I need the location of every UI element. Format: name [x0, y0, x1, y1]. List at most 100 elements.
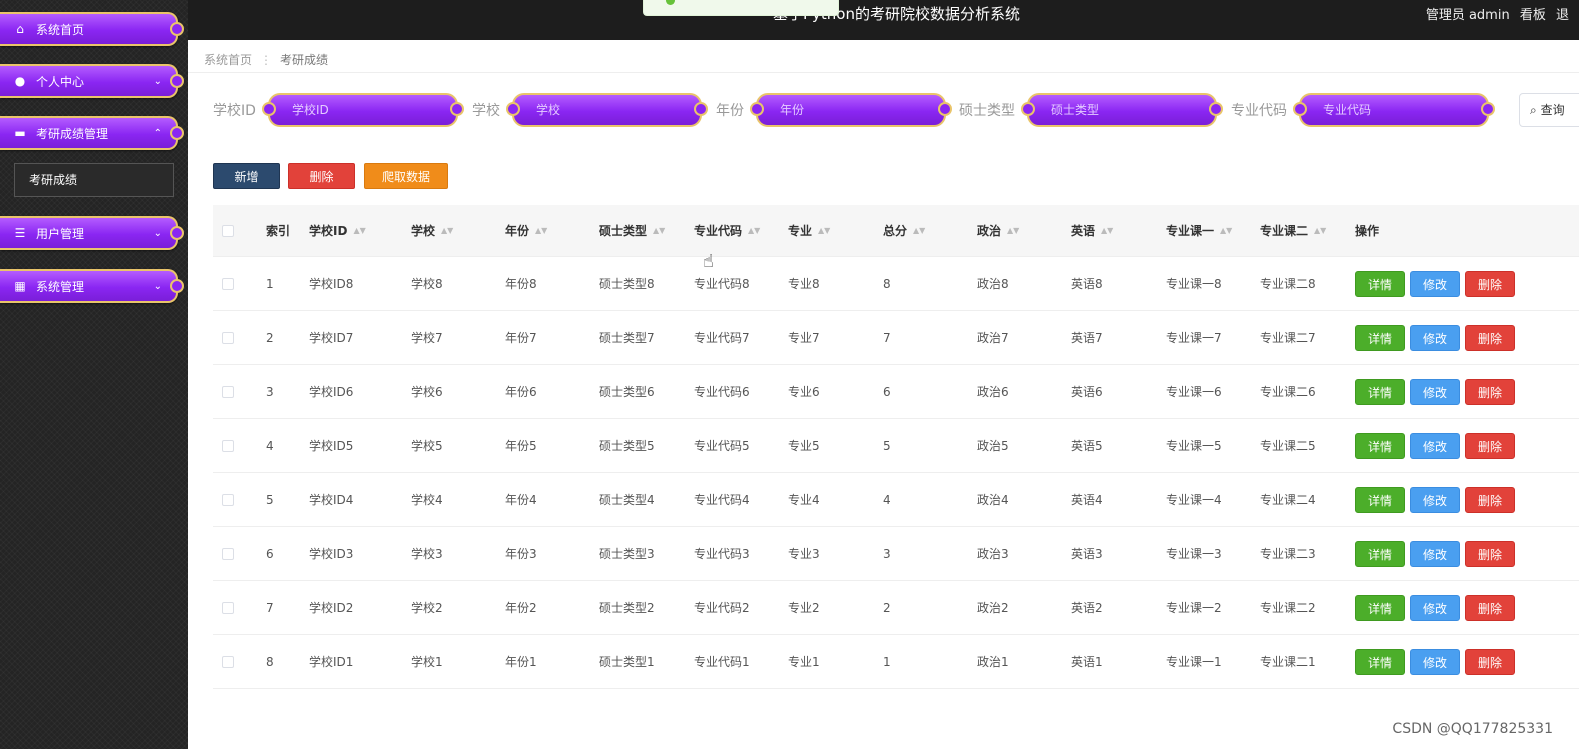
- sidebar-item-label: 系统首页: [36, 22, 85, 37]
- detail-button[interactable]: 详情: [1355, 378, 1405, 405]
- sidebar-item-home[interactable]: ⌂ 系统首页: [0, 12, 184, 46]
- cell-school: 学校1: [411, 655, 443, 669]
- header-label: 学校ID: [309, 224, 348, 238]
- row-checkbox[interactable]: [222, 257, 234, 310]
- cell-school-id: 学校ID6: [309, 385, 354, 399]
- cell-school: 学校3: [411, 547, 443, 561]
- row-checkbox[interactable]: [222, 311, 234, 364]
- table-row: 3 学校ID6 学校6 年份6 硕士类型6 专业代码6 专业6 6 政治6 英语6 专业课一6 专业课…: [213, 365, 1579, 419]
- header-year[interactable]: 年份 ▲▼: [505, 205, 547, 256]
- edit-button[interactable]: 修改: [1410, 648, 1460, 675]
- menu-knob-decoration: [170, 74, 184, 88]
- row-delete-button[interactable]: 删除: [1465, 270, 1515, 297]
- row-delete-button[interactable]: 删除: [1465, 486, 1515, 513]
- row-checkbox[interactable]: [222, 635, 234, 688]
- detail-button[interactable]: 详情: [1355, 594, 1405, 621]
- cell-course-1: 专业课一3: [1166, 547, 1222, 561]
- cell-course-1: 专业课一8: [1166, 277, 1222, 291]
- row-delete-button[interactable]: 删除: [1465, 648, 1515, 675]
- cell-total: 8: [883, 276, 891, 291]
- year-input[interactable]: 年份: [750, 93, 952, 127]
- header-total[interactable]: 总分 ▲▼: [883, 205, 925, 256]
- header-degree-type[interactable]: 硕士类型 ▲▼: [599, 205, 665, 256]
- logout-link[interactable]: 退: [1556, 8, 1569, 23]
- hand-cursor-icon: ☝: [703, 251, 714, 272]
- cell-course-2: 专业课二2: [1260, 601, 1316, 615]
- sidebar-subitem-scores[interactable]: 考研成绩: [14, 163, 174, 197]
- sort-icon: ▲▼: [818, 226, 831, 235]
- cell-degree-type: 硕士类型5: [599, 439, 655, 453]
- row-checkbox[interactable]: [222, 365, 234, 418]
- breadcrumb-home[interactable]: 系统首页: [204, 53, 252, 67]
- row-checkbox[interactable]: [222, 473, 234, 526]
- school-id-input[interactable]: 学校ID: [262, 93, 464, 127]
- row-delete-button[interactable]: 删除: [1465, 540, 1515, 567]
- chevron-down-icon: ⌄: [153, 75, 162, 87]
- edit-button[interactable]: 修改: [1410, 432, 1460, 459]
- crawl-data-button[interactable]: 爬取数据: [364, 163, 448, 189]
- school-id-label: 学校ID: [213, 103, 256, 119]
- row-delete-button[interactable]: 删除: [1465, 594, 1515, 621]
- header-politics[interactable]: 政治 ▲▼: [977, 205, 1019, 256]
- row-delete-button[interactable]: 删除: [1465, 378, 1515, 405]
- edit-button[interactable]: 修改: [1410, 486, 1460, 513]
- header-label: 专业课二: [1260, 224, 1309, 238]
- cell-total: 4: [883, 492, 891, 507]
- detail-button[interactable]: 详情: [1355, 540, 1405, 567]
- dashboard-link[interactable]: 看板: [1520, 8, 1546, 23]
- detail-button[interactable]: 详情: [1355, 648, 1405, 675]
- edit-button[interactable]: 修改: [1410, 324, 1460, 351]
- cell-politics: 政治7: [977, 331, 1009, 345]
- user-area: 管理员 admin 看板 退: [1420, 4, 1569, 23]
- cell-politics: 政治2: [977, 601, 1009, 615]
- header-major-code[interactable]: 专业代码 ▲▼: [694, 205, 760, 256]
- batch-delete-button[interactable]: 删除: [288, 163, 355, 189]
- major-code-input[interactable]: 专业代码: [1293, 93, 1495, 127]
- cell-english: 英语1: [1071, 655, 1103, 669]
- header-label: 专业课一: [1166, 224, 1215, 238]
- degree-type-placeholder: 硕士类型: [1051, 103, 1100, 117]
- detail-button[interactable]: 详情: [1355, 432, 1405, 459]
- cell-course-2: 专业课二7: [1260, 331, 1316, 345]
- cell-major: 专业4: [788, 493, 820, 507]
- sidebar-item-personal-center[interactable]: ● 个人中心 ⌄: [0, 64, 184, 98]
- edit-button[interactable]: 修改: [1410, 594, 1460, 621]
- edit-button[interactable]: 修改: [1410, 270, 1460, 297]
- detail-button[interactable]: 详情: [1355, 324, 1405, 351]
- header-school[interactable]: 学校 ▲▼: [411, 205, 453, 256]
- home-icon: ⌂: [16, 22, 24, 36]
- header-course-2[interactable]: 专业课二 ▲▼: [1260, 205, 1326, 256]
- header-course-1[interactable]: 专业课一 ▲▼: [1166, 205, 1232, 256]
- edit-button[interactable]: 修改: [1410, 540, 1460, 567]
- edit-button[interactable]: 修改: [1410, 378, 1460, 405]
- select-all-checkbox[interactable]: [222, 205, 234, 256]
- header-school-id[interactable]: 学校ID ▲▼: [309, 205, 366, 256]
- cell-index: 4: [266, 438, 274, 453]
- query-button-label: 查询: [1540, 103, 1565, 117]
- detail-button[interactable]: 详情: [1355, 270, 1405, 297]
- detail-button[interactable]: 详情: [1355, 486, 1405, 513]
- cell-english: 英语5: [1071, 439, 1103, 453]
- sidebar-item-system-management[interactable]: ▦ 系统管理 ⌄: [0, 269, 184, 303]
- row-checkbox[interactable]: [222, 419, 234, 472]
- input-knob-decoration: [262, 102, 276, 116]
- cell-year: 年份3: [505, 547, 537, 561]
- school-input[interactable]: 学校: [506, 93, 708, 127]
- row-checkbox[interactable]: [222, 581, 234, 634]
- row-checkbox[interactable]: [222, 527, 234, 580]
- cell-degree-type: 硕士类型1: [599, 655, 655, 669]
- row-delete-button[interactable]: 删除: [1465, 324, 1515, 351]
- add-button[interactable]: 新增: [213, 163, 280, 189]
- degree-type-input[interactable]: 硕士类型: [1021, 93, 1223, 127]
- major-code-placeholder: 专业代码: [1323, 103, 1372, 117]
- cell-school: 学校2: [411, 601, 443, 615]
- row-delete-button[interactable]: 删除: [1465, 432, 1515, 459]
- header-major[interactable]: 专业 ▲▼: [788, 205, 831, 256]
- cell-index: 1: [266, 276, 274, 291]
- sidebar-item-score-management[interactable]: ▬ 考研成绩管理 ⌃: [0, 116, 184, 150]
- sidebar-item-user-management[interactable]: ☰ 用户管理 ⌄: [0, 216, 184, 250]
- row-actions: 详情 修改 删除: [1355, 527, 1520, 580]
- header-english[interactable]: 英语 ▲▼: [1071, 205, 1113, 256]
- cell-degree-type: 硕士类型4: [599, 493, 655, 507]
- query-button[interactable]: ⌕ 查询: [1519, 93, 1579, 127]
